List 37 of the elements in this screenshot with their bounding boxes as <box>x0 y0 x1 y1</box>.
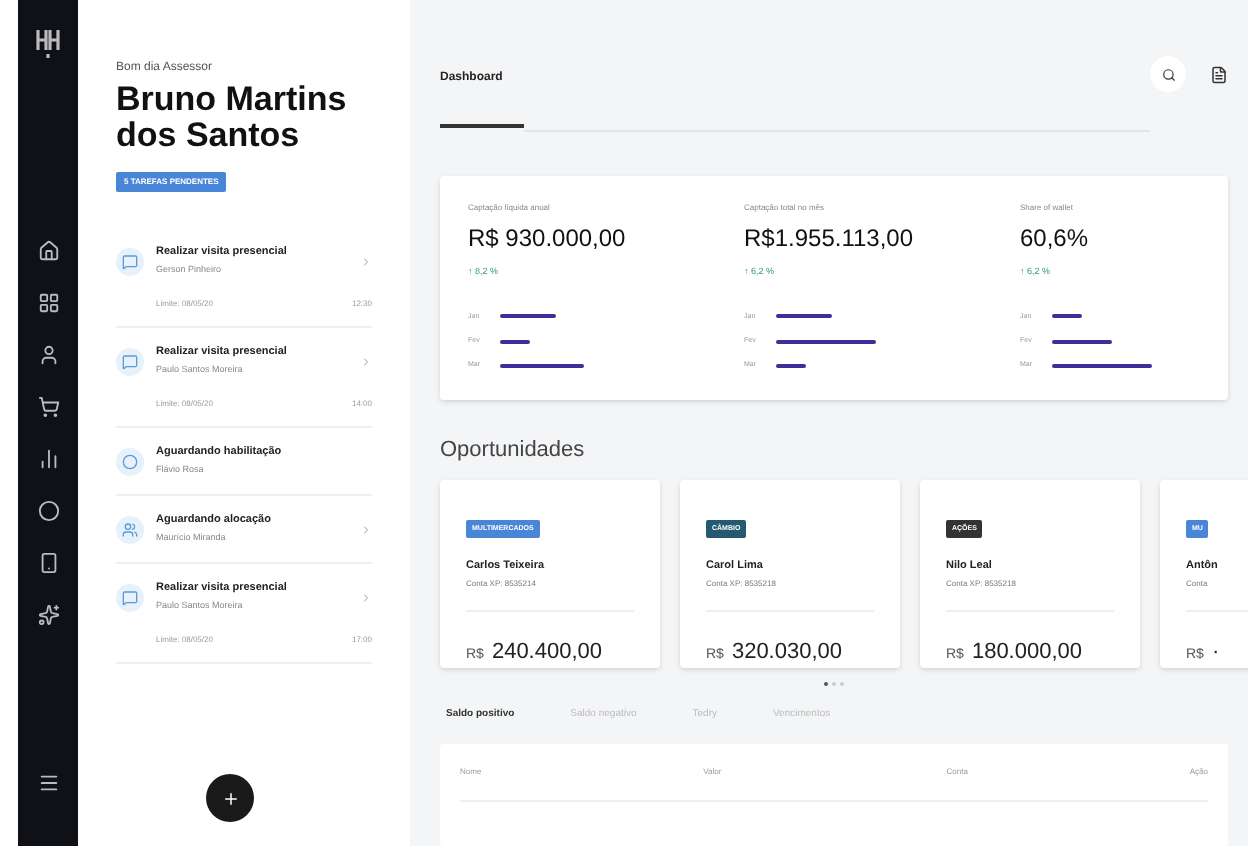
advisor-name: Bruno Martins dos Santos <box>116 82 349 154</box>
bar-chart-icon[interactable] <box>37 448 59 470</box>
bar <box>776 314 832 319</box>
bar <box>776 363 806 368</box>
search-icon[interactable] <box>1150 56 1186 92</box>
bar <box>500 314 556 319</box>
bar <box>1052 339 1112 344</box>
kpi-value: 60,6% <box>1020 222 1091 256</box>
kpi-value: R$ 930.000,00 <box>468 222 628 256</box>
document-icon[interactable] <box>1210 65 1228 83</box>
bar <box>500 363 584 368</box>
chat-icon <box>116 583 144 611</box>
grid-icon[interactable] <box>37 292 59 314</box>
bar <box>1052 363 1152 368</box>
chat-icon <box>116 247 144 275</box>
cart-icon[interactable] <box>37 396 59 418</box>
phone-icon[interactable] <box>37 552 59 574</box>
logo-icon <box>36 28 60 60</box>
section-title: Oportunidades <box>440 436 587 466</box>
amount: 320.030,00 <box>731 637 843 667</box>
circle-icon[interactable] <box>37 500 59 522</box>
bar <box>500 339 530 344</box>
kpi-value: R$1.955.113,00 <box>744 222 916 256</box>
bar <box>1052 314 1082 319</box>
plus-icon <box>221 789 239 807</box>
sparkle-icon[interactable] <box>37 604 59 626</box>
home-icon[interactable] <box>37 240 59 262</box>
add-button[interactable] <box>206 774 254 822</box>
user-icon[interactable] <box>37 344 59 366</box>
people-icon <box>116 515 144 543</box>
circle-icon <box>116 447 144 475</box>
amount: 180.000,00 <box>971 637 1083 667</box>
amount: 240.400,00 <box>491 637 603 667</box>
bar <box>776 339 876 344</box>
menu-icon[interactable] <box>37 772 59 794</box>
chat-icon <box>116 347 144 375</box>
amount: · <box>1211 637 1220 667</box>
